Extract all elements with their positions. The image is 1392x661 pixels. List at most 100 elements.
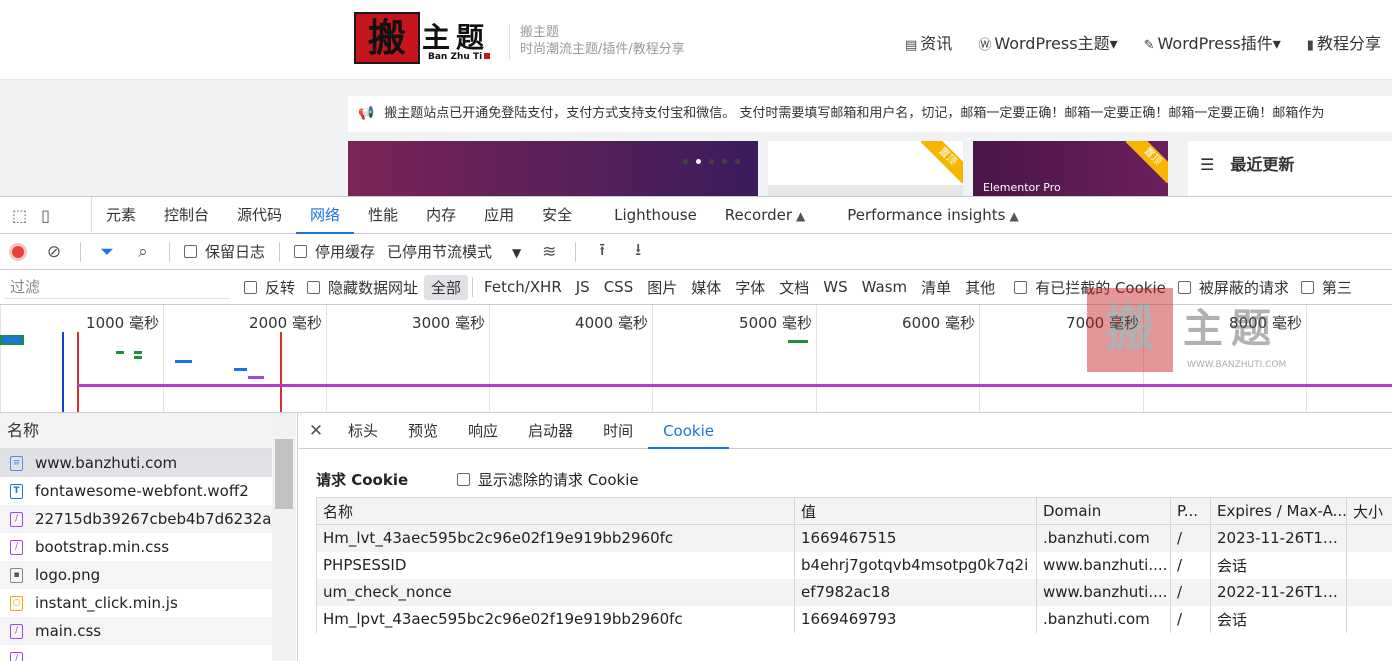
- network-conditions-button[interactable]: ≋: [531, 242, 567, 262]
- website-viewport: 搬 主题 Ban Zhu Ti 搬主题 时尚潮流主题/插件/教程分享 ▤资讯 Ⓦ…: [0, 0, 1392, 196]
- record-button[interactable]: [0, 242, 36, 262]
- featured-card-1[interactable]: 置顶: [768, 141, 963, 196]
- filter-type-js[interactable]: JS: [569, 276, 597, 298]
- logo-text: 主题: [422, 16, 490, 56]
- cookie-row[interactable]: Hm_lvt_43aec595bc2c96e02f19e919bb2960fc1…: [317, 525, 1392, 552]
- tab-response[interactable]: 响应: [453, 413, 513, 449]
- filter-type-font[interactable]: 字体: [728, 275, 772, 300]
- column-header[interactable]: 大小: [1347, 498, 1392, 525]
- filter-type-wasm[interactable]: Wasm: [855, 276, 915, 298]
- logo-stamp: 搬: [354, 12, 420, 64]
- tab-initiator[interactable]: 启动器: [513, 413, 588, 449]
- tab-security[interactable]: 安全: [528, 197, 586, 234]
- request-row[interactable]: ▪logo.png: [0, 561, 272, 589]
- blocked-cookies-checkbox[interactable]: 有已拦截的 Cookie: [1014, 277, 1166, 298]
- filter-type-ws[interactable]: WS: [816, 276, 854, 298]
- inspect-element-icon[interactable]: ⬚: [12, 206, 27, 225]
- card-title: Elementor Pro: [983, 181, 1061, 194]
- filter-type-css[interactable]: CSS: [597, 276, 641, 298]
- column-header[interactable]: Expires / Max-A...: [1211, 498, 1347, 525]
- third-party-checkbox[interactable]: 第三: [1301, 277, 1352, 298]
- document-icon: ≡: [10, 456, 23, 471]
- request-list-scrollbar[interactable]: [272, 413, 296, 661]
- load-marker: [77, 332, 79, 413]
- tab-performance[interactable]: 性能: [354, 197, 412, 234]
- import-har-button[interactable]: ⭱: [584, 237, 620, 266]
- slider-dots[interactable]: [683, 159, 740, 164]
- request-row[interactable]: /: [0, 645, 272, 661]
- cookie-row[interactable]: Hm_lpvt_43aec595bc2c96e02f19e919bb2960fc…: [317, 606, 1392, 633]
- cookie-row[interactable]: PHPSESSIDb4ehrj7gotqvb4msotpg0k7q2iwww.b…: [317, 552, 1392, 579]
- invert-checkbox[interactable]: 反转: [244, 277, 295, 298]
- filter-type-fetch[interactable]: Fetch/XHR: [477, 276, 569, 298]
- tab-recorder[interactable]: Recorder▲: [711, 197, 819, 234]
- tab-sources[interactable]: 源代码: [223, 197, 296, 234]
- blocked-requests-checkbox[interactable]: 被屏蔽的请求: [1178, 277, 1289, 298]
- hide-data-urls-checkbox[interactable]: 隐藏数据网址: [307, 277, 418, 298]
- experiment-icon: ▲: [1009, 209, 1018, 223]
- clear-button[interactable]: ⊘: [36, 242, 72, 262]
- tab-preview[interactable]: 预览: [393, 413, 453, 449]
- disable-cache-checkbox[interactable]: 停用缓存: [294, 241, 375, 262]
- tab-headers[interactable]: 标头: [333, 413, 393, 449]
- tab-application[interactable]: 应用: [470, 197, 528, 234]
- request-row[interactable]: Tfontawesome-webfont.woff2: [0, 477, 272, 505]
- nav-item-plugins[interactable]: ✎WordPress插件▾: [1144, 30, 1281, 54]
- request-row[interactable]: /22715db39267cbeb4b7d6232a2f: [0, 505, 272, 533]
- tab-cookies[interactable]: Cookie: [648, 413, 729, 449]
- filter-bar: 过滤 反转 隐藏数据网址 全部 Fetch/XHR JS CSS 图片 媒体 字…: [0, 270, 1392, 305]
- request-row[interactable]: /bootstrap.min.css: [0, 533, 272, 561]
- tab-performance-insights[interactable]: Performance insights▲: [833, 197, 1032, 234]
- close-icon: ✕: [309, 421, 323, 441]
- filter-type-manifest[interactable]: 清单: [914, 275, 958, 300]
- device-toolbar-icon[interactable]: ▯: [41, 206, 50, 225]
- throttling-select[interactable]: 已停用节流模式▼: [387, 241, 521, 262]
- column-header[interactable]: 值: [795, 498, 1037, 525]
- column-header[interactable]: P...: [1171, 498, 1211, 525]
- filter-type-img[interactable]: 图片: [640, 275, 684, 300]
- experiment-icon: ▲: [796, 209, 805, 223]
- nav-item-themes[interactable]: ⓌWordPress主题▾: [978, 30, 1117, 54]
- tab-console[interactable]: 控制台: [150, 197, 223, 234]
- wifi-settings-icon: ≋: [542, 242, 556, 262]
- preserve-log-checkbox[interactable]: 保留日志: [184, 241, 265, 262]
- request-bar: [134, 351, 142, 354]
- clear-icon: ⊘: [47, 242, 61, 262]
- devtools-tabbar: ⬚ ▯ 元素 控制台 源代码 网络 性能 内存 应用 安全 Lighthouse…: [0, 197, 1392, 234]
- column-header[interactable]: Domain: [1037, 498, 1171, 525]
- site-logo[interactable]: 搬 主题 Ban Zhu Ti: [354, 12, 494, 64]
- nav-item-news[interactable]: ▤资讯: [905, 30, 952, 54]
- tab-network[interactable]: 网络: [296, 197, 354, 234]
- download-icon: ⭳: [635, 240, 641, 260]
- nav-item-tutorials[interactable]: ▮教程分享: [1307, 30, 1381, 54]
- timeline-tick: 1000 毫秒: [0, 305, 163, 413]
- request-list-header[interactable]: 名称: [0, 413, 272, 449]
- search-button[interactable]: ⌕: [125, 242, 161, 262]
- filter-type-other[interactable]: 其他: [958, 275, 1002, 300]
- request-row[interactable]: /main.css: [0, 617, 272, 645]
- filter-type-all[interactable]: 全部: [424, 275, 468, 300]
- filter-type-doc[interactable]: 文档: [772, 275, 816, 300]
- column-header[interactable]: 名称: [317, 498, 795, 525]
- filter-type-media[interactable]: 媒体: [684, 275, 728, 300]
- request-row[interactable]: ≡www.banzhuti.com: [0, 449, 272, 477]
- close-detail-button[interactable]: ✕: [299, 421, 333, 441]
- banner-slider[interactable]: [348, 141, 758, 196]
- filter-button[interactable]: ⏷: [89, 242, 125, 262]
- featured-card-2[interactable]: 置顶 Elementor Pro: [973, 141, 1168, 196]
- network-overview-timeline[interactable]: 1000 毫秒 2000 毫秒 3000 毫秒 4000 毫秒 5000 毫秒 …: [0, 305, 1392, 413]
- stylesheet-icon: /: [10, 540, 23, 555]
- show-filtered-cookies-checkbox[interactable]: 显示滤除的请求 Cookie: [457, 471, 639, 489]
- site-header: 搬 主题 Ban Zhu Ti 搬主题 时尚潮流主题/插件/教程分享 ▤资讯 Ⓦ…: [0, 0, 1392, 80]
- cookie-row[interactable]: um_check_nonceef7982ac18www.banzhuti....…: [317, 579, 1392, 606]
- tab-memory[interactable]: 内存: [412, 197, 470, 234]
- export-har-button[interactable]: ⭳: [620, 237, 656, 266]
- tab-lighthouse[interactable]: Lighthouse: [600, 197, 711, 234]
- request-row[interactable]: ○instant_click.min.js: [0, 589, 272, 617]
- tab-timing[interactable]: 时间: [588, 413, 648, 449]
- cookie-table: 名称 值 Domain P... Expires / Max-A... 大小 H…: [316, 497, 1392, 633]
- request-bar: [788, 340, 808, 343]
- tab-elements[interactable]: 元素: [92, 197, 150, 234]
- timeline-tick: 5000 毫秒: [652, 305, 816, 413]
- filter-input[interactable]: 过滤: [4, 275, 230, 299]
